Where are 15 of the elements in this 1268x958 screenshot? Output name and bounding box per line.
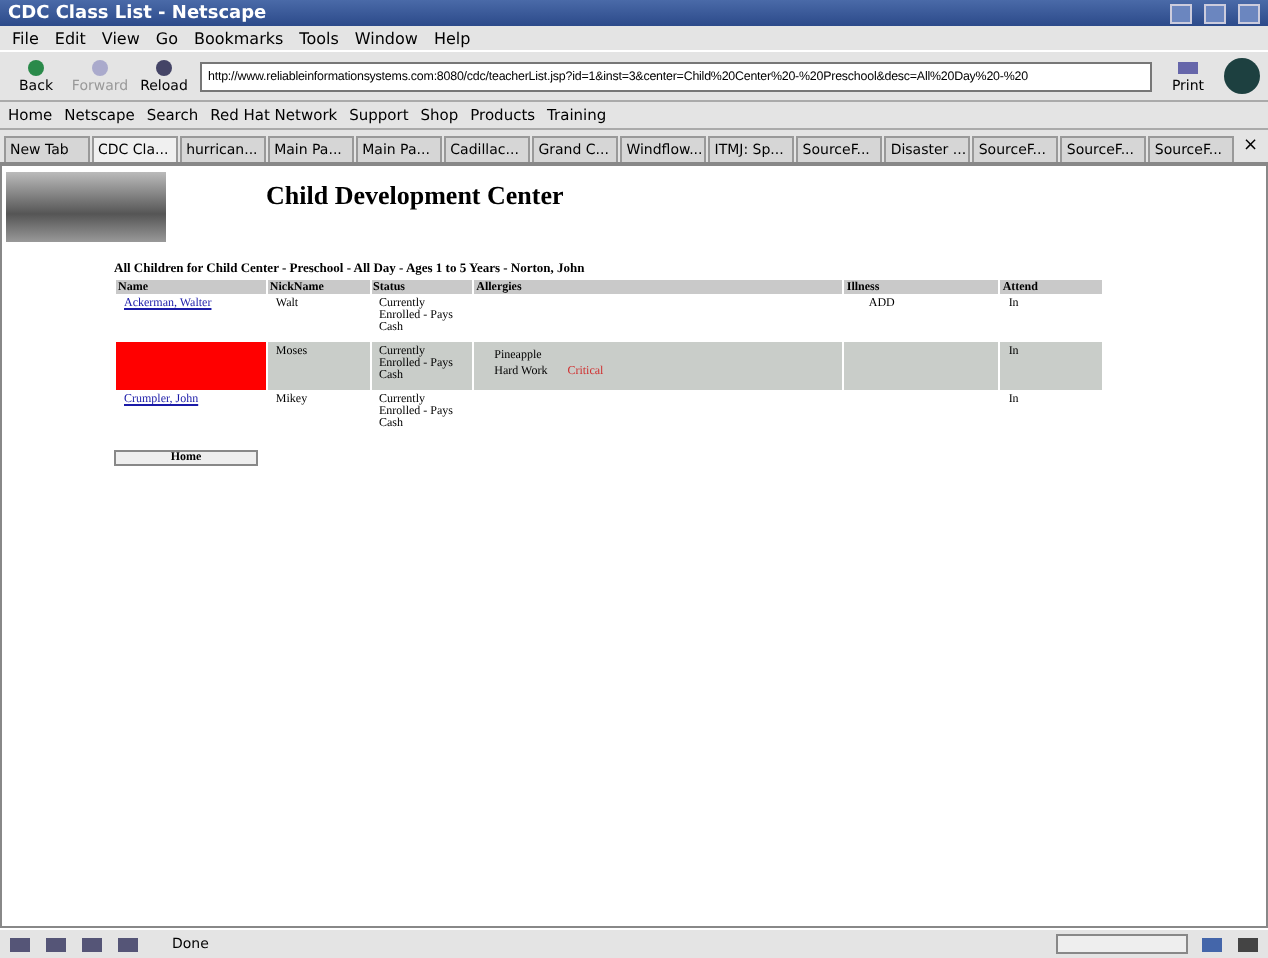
close-button[interactable] [1238,3,1260,23]
logo-icon [1224,58,1260,94]
window-title: CDC Class List - Netscape [8,3,269,23]
page-heading: Child Development Center [266,180,564,212]
minimize-button[interactable] [1170,3,1192,23]
menu-item[interactable]: Go [155,29,178,47]
menu-item[interactable]: Window [354,29,418,47]
close-tab-button[interactable]: × [1236,136,1264,162]
menu-item[interactable]: Bookmarks [193,29,284,47]
menu-item[interactable]: Tools [299,29,339,47]
menu-item[interactable]: File [12,29,39,47]
menu-item[interactable]: Edit [54,29,86,47]
menu-item[interactable]: View [101,29,140,47]
menu-item[interactable]: Help [433,29,471,47]
maximize-button[interactable] [1204,3,1226,23]
